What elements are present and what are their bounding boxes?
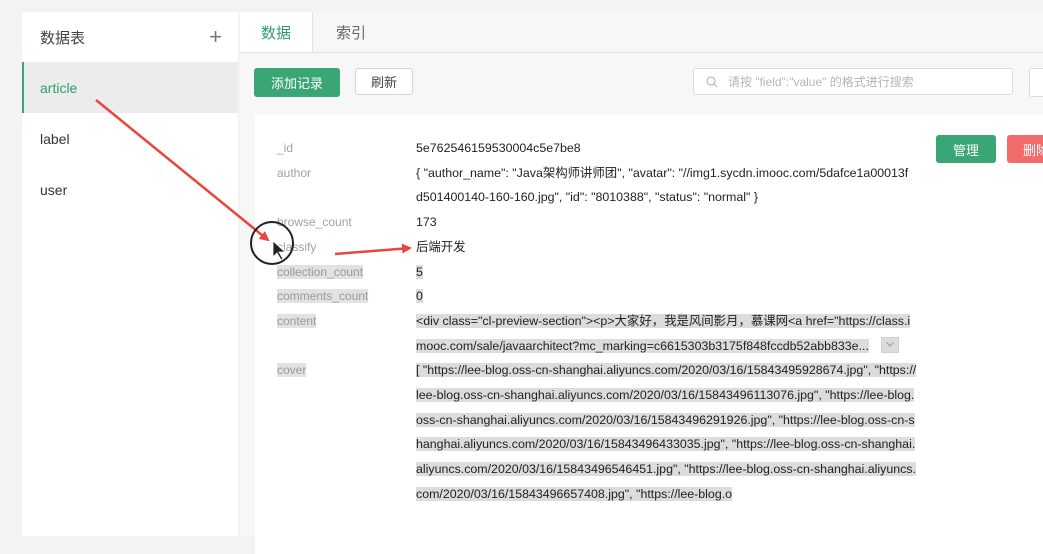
field-key: classify — [277, 239, 317, 254]
toolbar: 添加记录 刷新 — [254, 68, 1043, 98]
field-key: author — [277, 165, 312, 180]
search-icon — [706, 75, 718, 87]
field-row: author { "author_name": "Java架构师讲师团", "a… — [277, 161, 917, 210]
field-row: content <div class="cl-preview-section">… — [277, 309, 917, 358]
record-card: _id 5e762546159530004c5e7be8 author { "a… — [255, 114, 1043, 554]
field-key: collection_count — [277, 264, 364, 279]
search-input[interactable] — [726, 73, 1010, 90]
field-key: browse_count — [277, 215, 352, 230]
field-value: 173 — [416, 215, 437, 230]
field-key: cover — [277, 363, 307, 378]
field-row: _id 5e762546159530004c5e7be8 — [277, 136, 917, 161]
tab-data[interactable]: 数据 — [240, 12, 313, 52]
tab-bar: 数据 索引 — [240, 12, 1043, 53]
field-value: 后端开发 — [416, 239, 466, 254]
refresh-button[interactable]: 刷新 — [355, 68, 413, 95]
record-fields: _id 5e762546159530004c5e7be8 author { "a… — [277, 136, 917, 507]
field-row: collection_count 5 — [277, 260, 917, 285]
sidebar-item-label: label — [40, 130, 70, 147]
search-extra-control[interactable] — [1029, 68, 1043, 97]
field-value: 5e762546159530004c5e7be8 — [416, 141, 581, 155]
plus-icon[interactable]: + — [209, 24, 222, 50]
field-value: [ "https://lee-blog.oss-cn-shanghai.aliy… — [416, 363, 917, 501]
sidebar-item-label: user — [40, 181, 68, 198]
field-value: 0 — [416, 289, 423, 304]
search-box[interactable] — [693, 68, 1013, 95]
manage-button[interactable]: 管理 — [936, 135, 996, 163]
field-value: { "author_name": "Java架构师讲师团", "avatar":… — [416, 165, 909, 205]
field-key: _id — [277, 141, 294, 155]
field-key: comments_count — [277, 289, 369, 304]
expand-toggle[interactable] — [880, 337, 899, 354]
tab-index[interactable]: 索引 — [313, 12, 389, 52]
field-row: comments_count 0 — [277, 284, 917, 309]
sidebar-item-article[interactable]: article — [22, 62, 238, 113]
field-row: cover [ "https://lee-blog.oss-cn-shangha… — [277, 358, 917, 506]
main-panel: 数据 索引 添加记录 刷新 _id 5e762546159530004c5e7b… — [240, 12, 1043, 554]
field-key: content — [277, 313, 317, 328]
add-record-button[interactable]: 添加记录 — [254, 68, 340, 97]
field-value: <div class="cl-preview-section"><p>大家好，我… — [416, 313, 911, 354]
sidebar-header: 数据表 + — [22, 12, 238, 62]
sidebar-item-user[interactable]: user — [22, 164, 238, 215]
sidebar: 数据表 + article label user — [22, 12, 238, 536]
sidebar-item-label: article — [40, 79, 78, 96]
field-value: 5 — [416, 264, 423, 279]
field-row: browse_count 173 — [277, 210, 917, 235]
chevron-down-icon — [886, 342, 894, 348]
delete-button[interactable]: 删除 — [1007, 135, 1043, 163]
sidebar-item-label-table[interactable]: label — [22, 113, 238, 164]
field-row: classify 后端开发 — [277, 235, 917, 260]
sidebar-title: 数据表 — [40, 29, 86, 47]
